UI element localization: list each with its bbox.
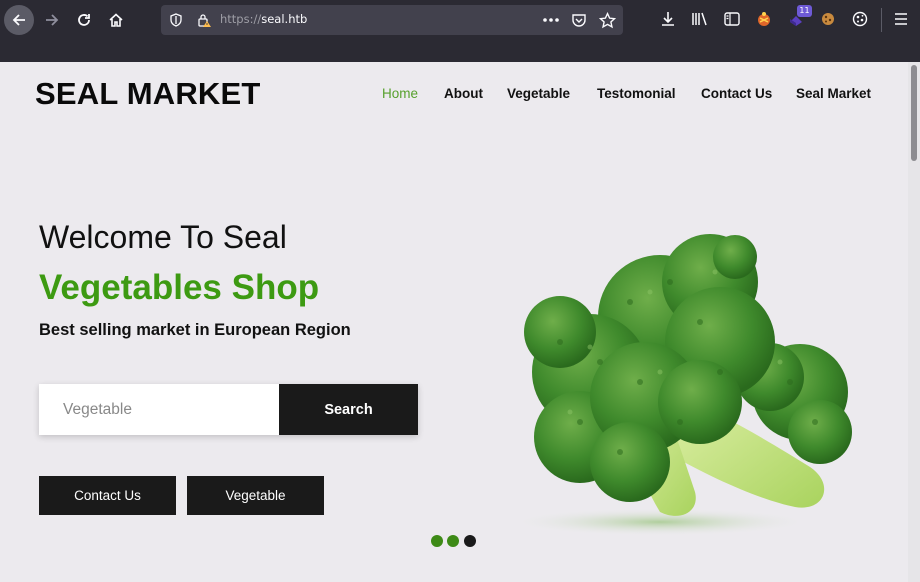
cookie-alt-icon[interactable] [850, 9, 870, 29]
slide-dot-1[interactable] [431, 535, 443, 547]
search-button[interactable]: Search [279, 384, 418, 435]
browser-toolbar: https://seal.htb 11 [0, 0, 920, 62]
home-button[interactable] [101, 5, 131, 35]
extension-badge: 11 [797, 5, 812, 17]
forward-button[interactable] [37, 5, 67, 35]
url-scheme: https:// [220, 12, 262, 26]
hero-subtitle: Best selling market in European Region [39, 321, 351, 339]
search-input[interactable] [39, 384, 279, 435]
hero-title-line2: Vegetables Shop [39, 268, 320, 307]
menu-icon[interactable] [891, 9, 911, 29]
cookie-icon[interactable] [818, 9, 838, 29]
nav-vegetable[interactable]: Vegetable [507, 86, 570, 101]
library-icon[interactable] [690, 9, 710, 29]
back-button[interactable] [4, 5, 34, 35]
shield-icon[interactable] [167, 11, 185, 29]
slide-dot-3[interactable] [464, 535, 476, 547]
sidebar-icon[interactable] [722, 9, 742, 29]
url-text[interactable]: https://seal.htb [220, 12, 307, 26]
nav-testomonial[interactable]: Testomonial [597, 86, 676, 101]
url-host: seal.htb [261, 12, 308, 26]
scrollbar-thumb[interactable] [911, 65, 917, 161]
main-nav: Home About Vegetable Testomonial Contact… [0, 86, 908, 106]
pocket-icon[interactable] [570, 11, 588, 29]
nav-about[interactable]: About [444, 86, 483, 101]
hero-title-line1: Welcome To Seal [39, 219, 287, 255]
page-viewport: SEAL MARKET Home About Vegetable Testomo… [0, 62, 908, 582]
reload-button[interactable] [69, 5, 99, 35]
lock-warning-icon[interactable] [195, 11, 213, 29]
extension-icon[interactable] [754, 9, 774, 29]
download-icon[interactable] [658, 9, 678, 29]
toolbar-divider [881, 8, 882, 32]
nav-contact-us[interactable]: Contact Us [701, 86, 772, 101]
search-form: Search [39, 384, 418, 435]
home-icon [109, 13, 123, 27]
reload-icon [78, 14, 90, 26]
vegetable-button[interactable]: Vegetable [187, 476, 324, 515]
address-bar[interactable]: https://seal.htb [161, 5, 623, 35]
nav-seal-market[interactable]: Seal Market [796, 86, 871, 101]
more-icon[interactable] [542, 11, 560, 29]
nav-home[interactable]: Home [382, 86, 418, 101]
forward-icon [46, 14, 59, 26]
broccoli-image [510, 234, 852, 536]
star-icon[interactable] [598, 11, 616, 29]
slide-dot-2[interactable] [447, 535, 459, 547]
back-icon [12, 14, 25, 26]
page-scrollbar[interactable] [908, 62, 920, 582]
contact-us-button[interactable]: Contact Us [39, 476, 176, 515]
